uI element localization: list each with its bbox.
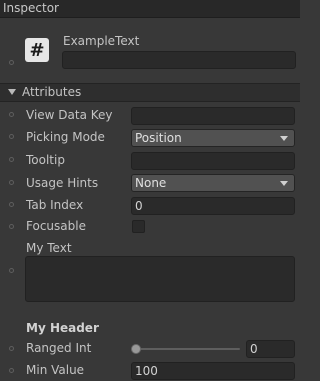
- override-dot-icon: [9, 368, 14, 373]
- picking-mode-dropdown[interactable]: Position: [131, 129, 295, 147]
- override-dot-icon: [9, 268, 14, 273]
- my-header-label: My Header: [26, 321, 99, 335]
- override-dot-icon: [9, 346, 14, 351]
- chevron-down-icon: [280, 136, 288, 141]
- triangle-down-icon: [8, 89, 16, 95]
- window-title: Inspector: [3, 1, 59, 15]
- usage-hints-value: None: [135, 176, 167, 190]
- override-dot-icon: [9, 224, 14, 229]
- ranged-int-label: Ranged Int: [26, 341, 92, 355]
- tab-index-label: Tab Index: [26, 198, 84, 212]
- ranged-int-slider-track[interactable]: [136, 348, 240, 350]
- attributes-foldout[interactable]: Attributes: [0, 83, 300, 102]
- focusable-checkbox[interactable]: [132, 220, 145, 233]
- ranged-int-slider-thumb[interactable]: [131, 344, 141, 354]
- tooltip-label: Tooltip: [26, 153, 65, 167]
- usage-hints-label: Usage Hints: [26, 176, 99, 190]
- tab-index-field[interactable]: 0: [131, 197, 295, 215]
- ranged-int-field[interactable]: 0: [246, 340, 295, 358]
- override-dot-icon: [9, 60, 14, 65]
- override-dot-icon: [9, 202, 14, 207]
- override-dot-icon: [9, 112, 14, 117]
- hash-icon: #: [25, 38, 49, 62]
- my-text-area[interactable]: [25, 256, 295, 302]
- min-value-label: Min Value: [26, 363, 85, 377]
- inspector-titlebar: Inspector: [0, 0, 300, 18]
- override-dot-icon: [9, 134, 14, 139]
- focusable-label: Focusable: [26, 219, 86, 233]
- my-text-label: My Text: [26, 241, 72, 255]
- tooltip-field[interactable]: [131, 152, 295, 170]
- usage-hints-dropdown[interactable]: None: [131, 174, 295, 192]
- view-data-key-label: View Data Key: [26, 108, 113, 122]
- override-dot-icon: [9, 157, 14, 162]
- min-value-field[interactable]: 100: [131, 362, 295, 380]
- inspector-panel: # ExampleText Attributes View Data Key P…: [0, 18, 300, 381]
- picking-mode-value: Position: [135, 131, 182, 145]
- picking-mode-label: Picking Mode: [26, 130, 105, 144]
- attributes-section-label: Attributes: [22, 85, 82, 99]
- chevron-down-icon: [280, 181, 288, 186]
- component-name-field[interactable]: [62, 51, 296, 69]
- override-dot-icon: [9, 180, 14, 185]
- component-name-label: ExampleText: [63, 34, 140, 48]
- view-data-key-field[interactable]: [131, 107, 295, 125]
